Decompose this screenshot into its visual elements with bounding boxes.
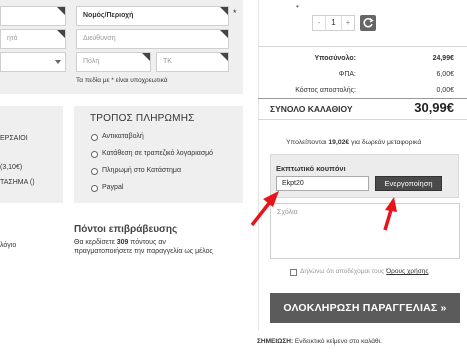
loyalty-title: Πόντοι επιβράβευσης	[74, 224, 178, 235]
address-input[interactable]: Διεύθυνση	[76, 29, 229, 49]
free-shipping-amount: 19,02€	[328, 139, 350, 146]
cart-total-value: 30,99€	[414, 100, 454, 115]
payment-radio-store[interactable]	[91, 168, 98, 175]
terms-checkbox[interactable]	[290, 269, 297, 276]
payment-radio-bank[interactable]	[91, 151, 98, 158]
field-corner-marker	[57, 7, 65, 15]
comments-textarea[interactable]: Σχόλια	[270, 203, 460, 259]
shipping-method-panel	[0, 106, 63, 203]
free-shipping-notice: Υπολείπονται 19,02€ για δωρεάν μεταφορικ…	[286, 139, 422, 146]
shipping-option-1[interactable]: ΕΡΣΑΙΟΙ	[0, 135, 28, 142]
vat-value: 6,00€	[436, 71, 454, 78]
loyalty-points: 309	[116, 239, 129, 246]
form-field-row2-left[interactable]: ητό	[0, 29, 66, 49]
payment-radio-paypal[interactable]	[91, 185, 98, 192]
refresh-cart-button[interactable]	[360, 15, 376, 31]
coupon-title: Εκπτωτικό κουπόνι	[276, 164, 346, 173]
coupon-input[interactable]: Ekpt20	[276, 176, 369, 191]
city-input[interactable]: Πόλη	[76, 52, 151, 72]
shipping-cost-value: 0,00€	[436, 87, 454, 94]
loyalty-text: Θα κερδίσετε 309 πόντους αν	[74, 239, 166, 246]
cart-divider-bottom	[258, 119, 467, 120]
chevron-down-icon	[55, 60, 61, 64]
shipping-cost-label: Κόστος αποστολής:	[295, 87, 356, 94]
required-fields-note: Τα πεδία με * είναι υποχρεωτικά	[76, 77, 168, 84]
refresh-icon	[363, 17, 374, 28]
subtotal-label: Υποσύνολο:	[314, 55, 356, 62]
terms-link[interactable]: Όρους χρήσης	[386, 268, 428, 275]
field-corner-marker	[220, 30, 228, 38]
shipping-option-3[interactable]: ΤΑΣΗΜΑ ()	[0, 179, 35, 186]
qty-plus-button[interactable]: +	[341, 16, 354, 30]
shipping-option-2[interactable]: (3,10€)	[0, 164, 22, 171]
comments-placeholder: Σχόλια	[277, 209, 298, 216]
vat-label: ΦΠΑ:	[338, 71, 356, 78]
payment-label-bank: Κατάθεση σε τραπεζικό λογαριασμό	[102, 150, 214, 157]
payment-radio-cod[interactable]	[91, 134, 98, 141]
payment-label-paypal: Paypal	[102, 184, 124, 191]
loyalty-left-fragment: λόγιο	[0, 242, 17, 249]
field-corner-marker	[142, 53, 150, 61]
cart-note-label: ΣΗΜΕΙΩΣΗ:	[257, 338, 294, 345]
required-asterisk: *	[233, 8, 237, 18]
form-field-row1-left[interactable]	[0, 6, 66, 26]
qty-minus-button[interactable]: -	[313, 16, 326, 30]
form-field-row3-left[interactable]	[0, 52, 66, 72]
payment-label-store: Πληρωμή στο Κατάστημα	[102, 167, 181, 174]
cart-dot: •	[296, 2, 299, 11]
zip-input[interactable]: ΤΚ	[156, 52, 229, 72]
field-corner-marker	[57, 30, 65, 38]
payment-method-title: ΤΡΟΠΟΣ ΠΛΗΡΩΜΗΣ	[90, 113, 195, 124]
qty-value[interactable]: 1	[326, 16, 341, 30]
cart-total-label: ΣΥΝΟΛΟ ΚΑΛΑΘΙΟΥ	[270, 104, 353, 114]
terms-text: Δηλώνω ότι αποδέχομαι τους Όρους χρήσης	[300, 268, 429, 275]
quantity-stepper[interactable]: - 1 +	[312, 15, 355, 31]
cart-divider-total	[258, 98, 467, 99]
cart-note: ΣΗΜΕΙΩΣΗ: Ενδεικτικό κείμενο στο καλάθι.	[257, 338, 382, 345]
apply-coupon-button[interactable]: Ενεργοποίηση	[375, 176, 442, 191]
field-corner-marker	[220, 7, 228, 15]
column-divider	[258, 0, 259, 330]
payment-label-cod: Αντικαταβολή	[102, 133, 144, 140]
region-select[interactable]: Νομός/Περιοχή	[76, 6, 229, 26]
subtotal-value: 24,99€	[432, 55, 454, 62]
checkout-button[interactable]: ΟΛΟΚΛΗΡΩΣΗ ΠΑΡΑΓΓΕΛΙΑΣ »	[270, 293, 460, 323]
loyalty-text-line2: πραγματοποιήσετε την παραγγελία ως μέλος	[74, 248, 213, 255]
field-corner-marker	[220, 53, 228, 61]
cart-divider-top	[258, 46, 467, 47]
